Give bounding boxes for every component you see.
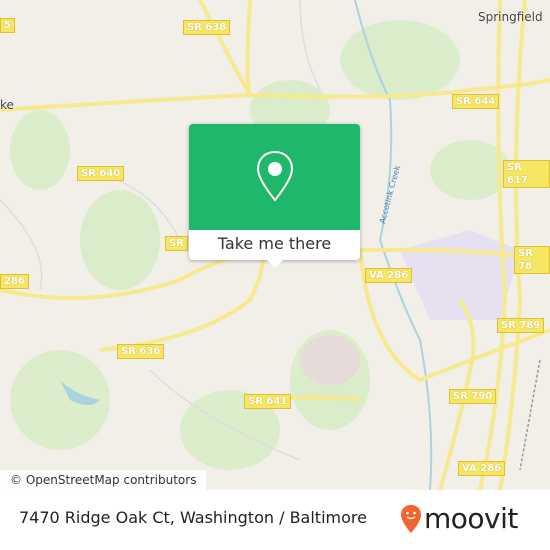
route-shield: SR 790: [449, 389, 497, 404]
route-shield: SR 617: [503, 160, 550, 188]
route-shield: SR 636: [117, 344, 165, 359]
route-shield: SR 640: [77, 166, 125, 181]
route-shield: SR 638: [183, 20, 231, 35]
place-springfield: Springfield: [478, 10, 543, 24]
route-shield: VA 286: [365, 268, 413, 283]
attribution[interactable]: © OpenStreetMap contributors: [0, 470, 207, 490]
moovit-wordmark: moovit: [424, 502, 518, 535]
moovit-logo: moovit: [400, 502, 518, 535]
popup-header: [189, 124, 360, 230]
map-pin-icon: [256, 150, 293, 202]
route-shield: SR 78: [514, 246, 550, 274]
route-shield: SR: [165, 236, 188, 251]
take-me-there-button[interactable]: Take me there: [189, 230, 360, 260]
route-shield: SR 789: [497, 318, 545, 333]
route-shield: SR 644: [452, 94, 500, 109]
destination-popup: Take me there: [189, 124, 360, 268]
place-label: ke: [0, 98, 14, 112]
popup-pointer: [267, 260, 283, 268]
route-shield: 286: [0, 274, 29, 289]
route-shield: 5: [0, 18, 15, 33]
route-shield: SR 641: [244, 394, 292, 409]
address-label: 7470 Ridge Oak Ct, Washington / Baltimor…: [19, 508, 367, 527]
footer: 7470 Ridge Oak Ct, Washington / Baltimor…: [0, 490, 550, 550]
route-shield: VA 286: [458, 461, 506, 476]
moovit-pin-icon: [401, 504, 421, 533]
